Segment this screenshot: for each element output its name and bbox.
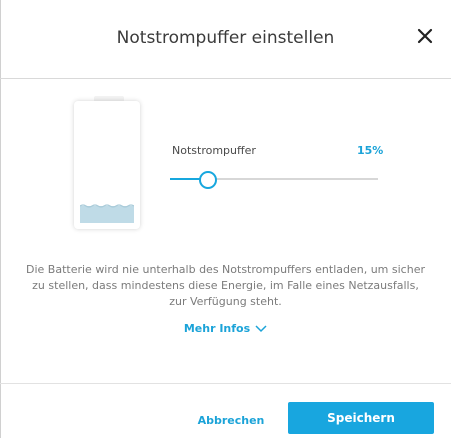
dialog-header: Notstrompuffer einstellen	[0, 0, 451, 79]
description-text: Die Batterie wird nie unterhalb des Nots…	[26, 263, 425, 308]
slider-value: 15%	[357, 144, 384, 157]
notstrompuffer-slider[interactable]	[170, 168, 380, 190]
battery-wave	[80, 204, 134, 208]
battery-body	[74, 101, 140, 229]
more-info-link[interactable]: Mehr Infos	[0, 322, 451, 335]
dialog-title: Notstrompuffer einstellen	[116, 28, 335, 48]
more-info-label: Mehr Infos	[183, 322, 251, 335]
battery-graphic	[74, 96, 144, 236]
notstrompuffer-dialog: Notstrompuffer einstellen Notstrompuffer…	[0, 0, 451, 438]
battery-fill	[80, 204, 134, 223]
slider-thumb[interactable]	[199, 171, 217, 189]
cancel-button[interactable]: Abbrechen	[186, 410, 276, 432]
slider-label: Notstrompuffer	[172, 144, 256, 157]
save-button[interactable]: Speichern	[288, 402, 434, 434]
chevron-down-icon	[255, 325, 267, 333]
dialog-footer: Abbrechen Speichern	[0, 383, 451, 439]
slider-filled-track	[170, 178, 201, 180]
close-icon[interactable]	[413, 24, 437, 48]
